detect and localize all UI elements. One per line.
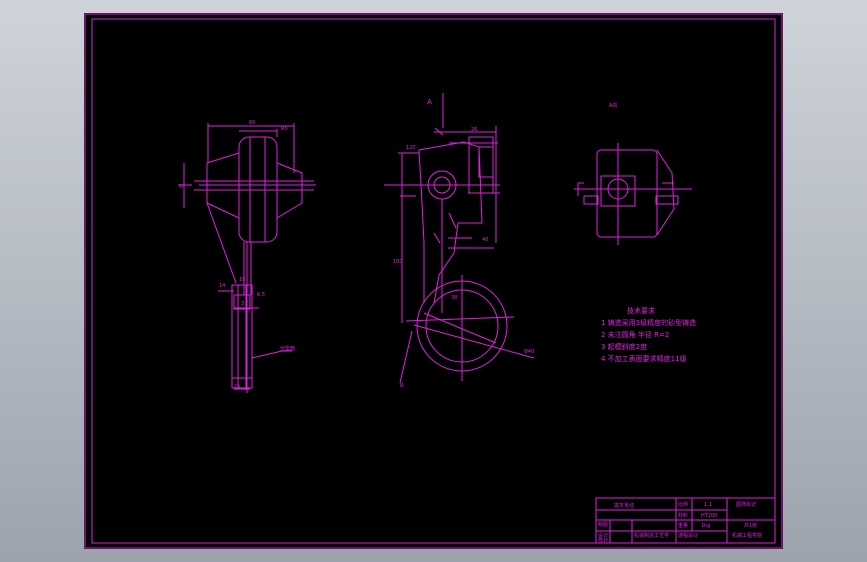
dim-3: 3 xyxy=(241,301,244,307)
title-cell-drawn: 制图 xyxy=(598,521,608,528)
dim-26: 26 xyxy=(471,127,477,133)
title-cell-project: 课程设计 xyxy=(678,532,698,539)
parting-plane-note: 分型面 xyxy=(280,345,295,352)
tech-req-item: 2 未注圆角 半径 R=2 xyxy=(601,330,669,339)
title-cell-scale-label: 比例 xyxy=(678,501,688,508)
dim-40: 40 xyxy=(482,237,488,243)
title-cell-school: 机械工程学院 xyxy=(732,532,762,539)
dim-100: 100 xyxy=(393,259,403,265)
inner-frame xyxy=(91,18,776,544)
dim-120: 120 xyxy=(406,145,416,151)
dim-60: 60 xyxy=(249,120,255,126)
outer-frame xyxy=(84,13,783,549)
drawing-name: 拨叉毛坯 xyxy=(614,502,634,509)
dim-phi: Φ xyxy=(179,184,183,190)
title-cell-weight: 1kg xyxy=(701,523,710,529)
section-label-a: A xyxy=(427,98,432,106)
technical-requirements: 技术要求 1 铸造采用3级精度的砂型铸造 2 未注圆角 半径 R=2 3 起模斜… xyxy=(601,306,696,363)
cad-drawing: 60 R5 Φ 14 15 3 6.5 25 分型面 A 26 100 120 … xyxy=(84,13,783,549)
title-cell-sheets: 共1张 xyxy=(744,522,757,529)
title-cell-check: 校对 xyxy=(598,537,608,544)
tech-req-item: 1 铸造采用3级精度的砂型铸造 xyxy=(601,318,696,327)
dim-25: 25 xyxy=(234,384,240,390)
tech-req-item: 4 不加工表面要求精度11级 xyxy=(601,354,687,363)
title-cell-scale: 1:1 xyxy=(704,502,712,508)
dim-14: 14 xyxy=(219,283,225,289)
title-cell-weight-label: 重量 xyxy=(678,522,688,529)
title-cell-material-label: 材料 xyxy=(678,512,688,519)
view-label-a: A向 xyxy=(609,102,617,109)
tech-req-title: 技术要求 xyxy=(627,306,655,315)
dim-phi-40: Φ40 xyxy=(524,349,534,355)
front-view xyxy=(384,93,535,384)
drawing-canvas: 60 R5 Φ 14 15 3 6.5 25 分型面 A 26 100 120 … xyxy=(84,13,783,549)
tech-req-item: 3 起模斜度2度 xyxy=(601,342,647,351)
dim-r5: R5 xyxy=(281,126,288,132)
title-cell-course: 机械制造工艺学 xyxy=(634,532,669,539)
dim-6-5: 6.5 xyxy=(257,292,265,298)
dim-15: 15 xyxy=(239,277,245,283)
dim-38: 38 xyxy=(451,295,457,301)
dim-r: R xyxy=(400,383,404,389)
a-view xyxy=(574,143,692,245)
title-cell-material: HT200 xyxy=(701,513,717,519)
side-view xyxy=(178,123,316,393)
title-cell-mark: 图样标记 xyxy=(736,501,756,508)
